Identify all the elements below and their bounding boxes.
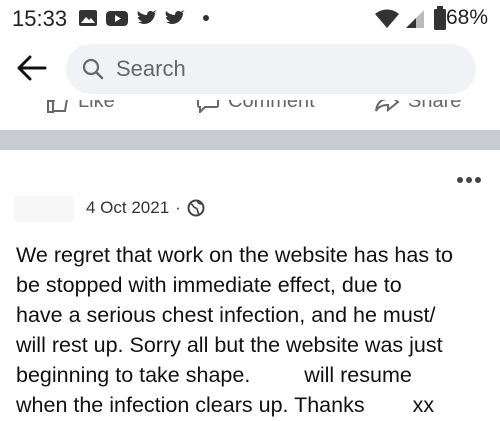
- post-meta: 4 Oct 2021 ·: [86, 198, 205, 218]
- search-header: Search: [0, 36, 500, 100]
- post-line: beginning to take shape. will resume: [16, 360, 486, 390]
- avatar[interactable]: [14, 196, 74, 222]
- back-button[interactable]: [14, 50, 50, 86]
- post-action-bar: Like Comment Share: [0, 100, 500, 120]
- feed-separator: [0, 130, 500, 150]
- battery-icon: [434, 6, 446, 30]
- post-line: be stopped with immediate effect, due to: [16, 273, 402, 297]
- post-date[interactable]: 4 Oct 2021: [86, 198, 169, 218]
- more-icon: [457, 177, 481, 183]
- more-options-button[interactable]: [456, 172, 482, 184]
- post-line: We regret that work on the website has h…: [16, 243, 454, 267]
- share-icon: [375, 100, 400, 112]
- twitter-icon: [165, 10, 185, 24]
- comment-label: Comment: [228, 100, 315, 112]
- comment-button[interactable]: Comment: [196, 100, 315, 113]
- comment-icon: [197, 100, 219, 113]
- wifi-icon: [375, 9, 399, 28]
- twitter-icon: [137, 10, 157, 24]
- like-button[interactable]: Like: [46, 100, 115, 113]
- search-input[interactable]: Search: [66, 44, 476, 94]
- globe-icon: [187, 199, 205, 217]
- post-fragment: beginning to take shape.: [16, 363, 251, 387]
- search-icon: [82, 58, 104, 80]
- post-fragment: will resume: [304, 363, 412, 387]
- battery-percent: 68%: [445, 6, 488, 29]
- clock: 15:33: [12, 6, 68, 31]
- post-fragment: xx: [412, 393, 435, 417]
- search-placeholder: Search: [116, 56, 186, 81]
- share-button[interactable]: Share: [374, 100, 461, 113]
- status-bar: 15:33 68%: [0, 0, 500, 36]
- post-line: have a serious chest infection, and he m…: [16, 303, 436, 327]
- meta-separator: ·: [175, 198, 181, 217]
- post-text: We regret that work on the website has h…: [16, 240, 486, 420]
- arrow-left-icon: [17, 55, 47, 81]
- youtube-icon: [106, 11, 128, 26]
- post-fragment: when the infection clears up. Thanks: [16, 393, 365, 417]
- dot-icon: [203, 15, 209, 21]
- thumbs-up-icon: [47, 100, 68, 113]
- post-line: will rest up. Sorry all but the website …: [16, 333, 443, 357]
- share-label: Share: [408, 100, 462, 112]
- signal-icon: [406, 10, 424, 28]
- post-line: when the infection clears up. Thanks xx: [16, 390, 486, 420]
- like-label: Like: [78, 100, 115, 112]
- gallery-icon: [79, 10, 97, 26]
